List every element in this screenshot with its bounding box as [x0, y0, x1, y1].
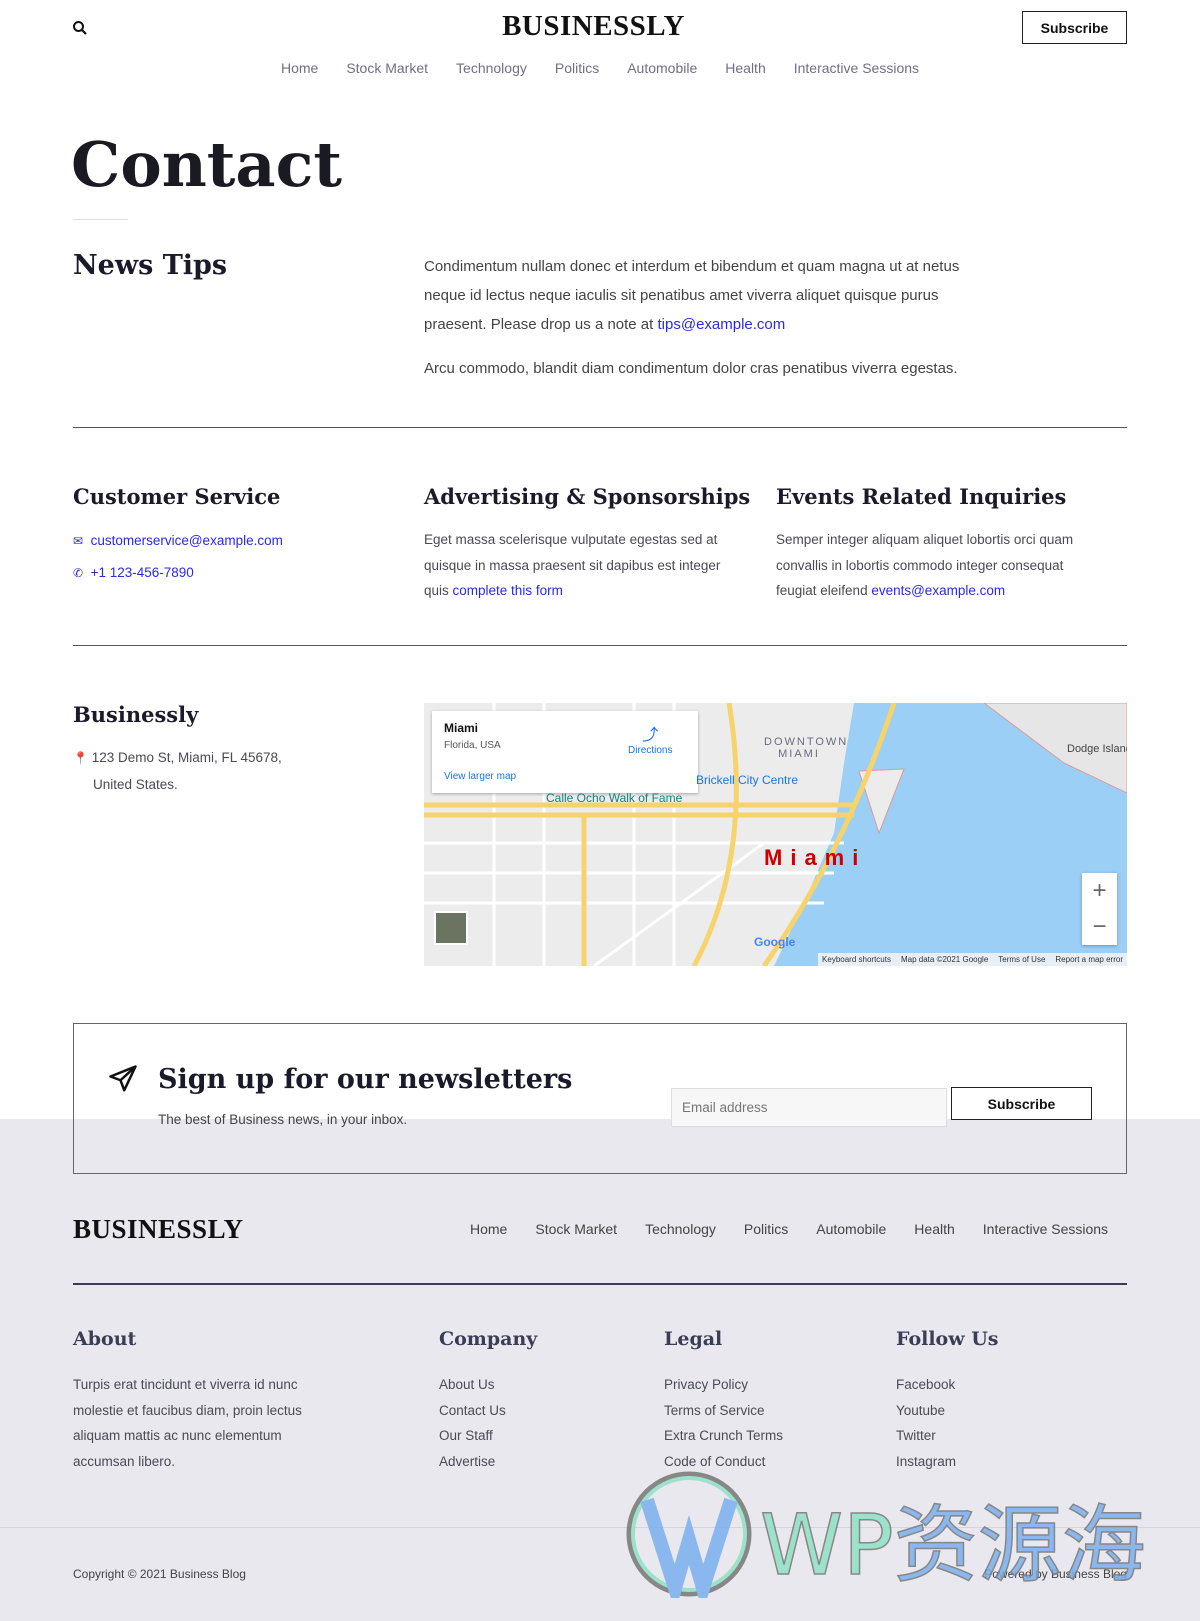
events-text: Semper integer aliquam aliquet lobortis …: [776, 532, 1074, 598]
divider: [73, 427, 1127, 428]
footer-nav-technology[interactable]: Technology: [645, 1221, 716, 1237]
map-label-downtown: DOWNTOWN MIAMI: [764, 736, 849, 760]
directions-icon: ⤴: [642, 727, 659, 744]
customer-service-email[interactable]: customerservice@example.com: [91, 533, 283, 548]
wordpress-icon: [626, 1471, 752, 1598]
footer-nav-home[interactable]: Home: [470, 1221, 507, 1237]
legal-heading: Legal: [664, 1328, 723, 1350]
newsletter-subscribe-button[interactable]: Subscribe: [951, 1087, 1092, 1120]
page-title: Contact: [71, 128, 342, 201]
footer-nav-interactive-sessions[interactable]: Interactive Sessions: [983, 1221, 1108, 1237]
company-heading: Company: [439, 1328, 538, 1350]
embedded-map[interactable]: Miami Florida, USA View larger map ⤴ Dire…: [424, 703, 1127, 966]
header-subscribe-button[interactable]: Subscribe: [1022, 11, 1127, 44]
customer-service-heading: Customer Service: [73, 484, 281, 509]
footer-link[interactable]: Our Staff: [439, 1423, 537, 1449]
footer-nav-health[interactable]: Health: [914, 1221, 954, 1237]
footer-company: Company About Us Contact Us Our Staff Adver…: [439, 1328, 537, 1474]
nav-interactive-sessions[interactable]: Interactive Sessions: [794, 60, 919, 76]
advertising-text: Eget massa scelerisque vulputate egestas…: [424, 532, 721, 598]
nav-technology[interactable]: Technology: [456, 60, 527, 76]
terms-link[interactable]: Terms of Use: [998, 955, 1045, 964]
footer-link[interactable]: Facebook: [896, 1372, 998, 1398]
footer-link[interactable]: Advertise: [439, 1449, 537, 1475]
footer-link[interactable]: Extra Crunch Terms: [664, 1423, 783, 1449]
watermark-logo: WP资源海: [625, 1470, 1180, 1598]
main-nav: Home Stock Market Technology Politics Automo…: [0, 60, 1200, 78]
title-underline: [73, 219, 128, 220]
events-heading: Events Related Inquiries: [776, 484, 1067, 509]
news-tips-text: Condimentum nullam donec et interdum et …: [424, 252, 984, 383]
customer-service-phone[interactable]: +1 123-456-7890: [91, 565, 194, 580]
about-heading: About: [73, 1328, 137, 1350]
nav-health[interactable]: Health: [725, 60, 765, 76]
nav-home[interactable]: Home: [281, 60, 318, 76]
map-data: Map data ©2021 Google: [900, 955, 989, 964]
nav-stock-market[interactable]: Stock Market: [346, 60, 428, 76]
zoom-out-button[interactable]: −: [1082, 909, 1117, 945]
events-email-link[interactable]: events@example.com: [871, 583, 1005, 598]
footer-link[interactable]: Contact Us: [439, 1398, 537, 1424]
phone-icon: ✆: [73, 565, 84, 580]
nav-automobile[interactable]: Automobile: [627, 60, 697, 76]
footer-link[interactable]: Privacy Policy: [664, 1372, 783, 1398]
watermark-text: WP资源海: [759, 1495, 1146, 1595]
footer-link[interactable]: Terms of Service: [664, 1398, 783, 1424]
footer-nav: Home Stock Market Technology Politics Automo…: [456, 1221, 1122, 1239]
footer-nav-automobile[interactable]: Automobile: [816, 1221, 886, 1237]
address: 📍 123 Demo St, Miami, FL 45678, United S…: [73, 750, 282, 792]
address-heading: Businessly: [73, 702, 199, 727]
footer-link[interactable]: Youtube: [896, 1398, 998, 1424]
google-logo: Google: [754, 935, 796, 949]
envelope-icon: ✉: [73, 534, 84, 548]
map-attribution: Keyboard shortcuts Map data ©2021 Google T…: [818, 953, 1127, 966]
tips-email-link[interactable]: tips@example.com: [658, 316, 786, 333]
keyboard-shortcuts-link[interactable]: Keyboard shortcuts: [822, 955, 891, 964]
paper-plane-icon: [108, 1064, 138, 1099]
map-label-miami: Miami: [764, 845, 867, 870]
footer-about: About Turpis erat tincidunt et viverra id…: [73, 1328, 313, 1474]
footer-nav-politics[interactable]: Politics: [744, 1221, 788, 1237]
advertising-heading: Advertising & Sponsorships: [424, 484, 751, 509]
footer-logo[interactable]: BUSINESSLY: [73, 1214, 244, 1245]
footer-divider: [73, 1283, 1127, 1285]
map-label-calle-ocho: Calle Ocho Walk of Fame: [546, 791, 683, 805]
newsletter-email-input[interactable]: [671, 1088, 947, 1127]
footer-link[interactable]: Twitter: [896, 1423, 998, 1449]
copyright: Copyright © 2021 Business Blog: [73, 1567, 246, 1581]
customer-service-contacts: ✉ customerservice@example.com ✆ +1 123-4…: [73, 528, 283, 586]
footer-nav-stock-market[interactable]: Stock Market: [535, 1221, 617, 1237]
footer-link[interactable]: About Us: [439, 1372, 537, 1398]
site-logo[interactable]: BUSINESSLY: [0, 10, 1187, 43]
zoom-in-button[interactable]: +: [1082, 873, 1117, 909]
map-pin-icon: 📍: [73, 751, 88, 765]
zoom-controls: + −: [1082, 873, 1117, 945]
newsletter-subtext: The best of Business news, in your inbox…: [158, 1112, 408, 1127]
map-label-dodge: Dodge Island: [1067, 743, 1127, 755]
map-label-brickell: Brickell City Centre: [696, 773, 799, 787]
map-info-card: Miami Florida, USA View larger map ⤴ Dire…: [432, 711, 698, 793]
directions-button[interactable]: ⤴ Directions: [628, 721, 672, 756]
satellite-toggle[interactable]: [434, 911, 468, 945]
newsletter-box: Sign up for our newsletters The best of …: [73, 1023, 1127, 1174]
footer-follow: Follow Us Facebook Youtube Twitter Instagra…: [896, 1328, 998, 1474]
news-tips-para2: Arcu commodo, blandit diam condimentum d…: [424, 360, 958, 377]
news-tips-heading: News Tips: [73, 250, 228, 281]
view-larger-map-link[interactable]: View larger map: [444, 771, 516, 782]
complete-form-link[interactable]: complete this form: [453, 583, 563, 598]
footer-legal: Legal Privacy Policy Terms of Service Extr…: [664, 1328, 783, 1474]
nav-politics[interactable]: Politics: [555, 60, 599, 76]
divider: [73, 645, 1127, 646]
follow-heading: Follow Us: [896, 1328, 999, 1350]
about-text: Turpis erat tincidunt et viverra id nunc…: [73, 1377, 302, 1469]
report-error-link[interactable]: Report a map error: [1055, 955, 1123, 964]
newsletter-heading: Sign up for our newsletters: [158, 1064, 573, 1095]
